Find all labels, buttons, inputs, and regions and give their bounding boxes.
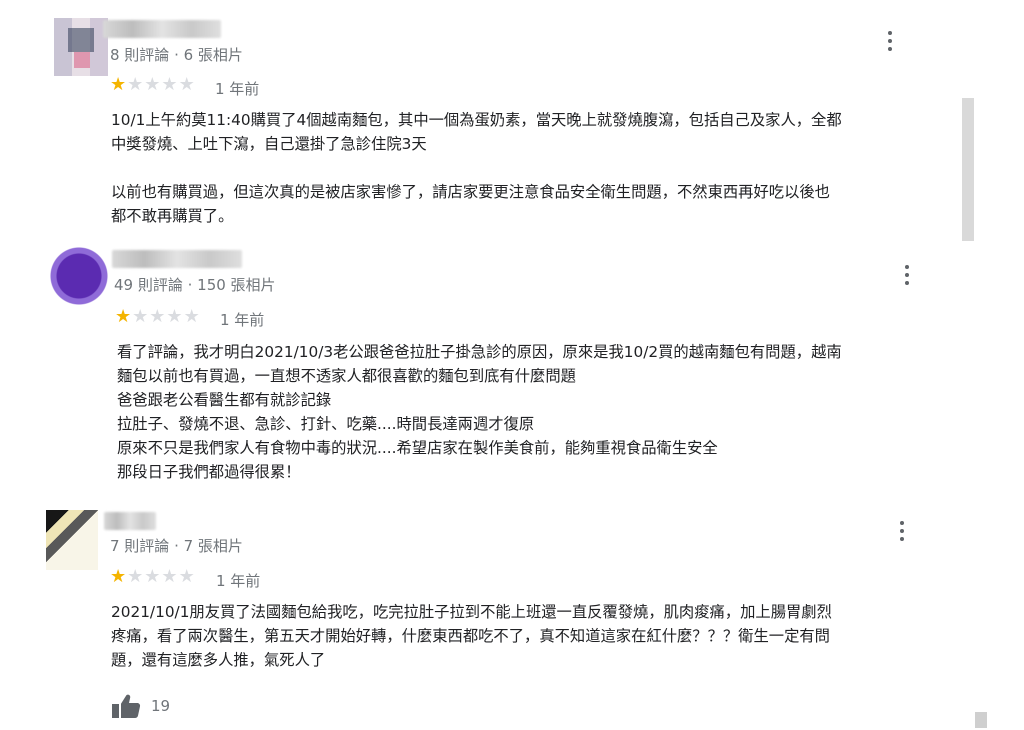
star-icon: ★ [115, 306, 132, 327]
scrollbar-arrow[interactable] [975, 712, 987, 728]
review-text-line: 那段日子我們都過得很累！ [117, 463, 301, 481]
star-icon: ★ [144, 74, 161, 95]
more-vert-icon[interactable] [893, 518, 911, 544]
review-text-line: 疼痛，看了兩次醫生，第五天才開始好轉，什麼東西都吃不了，真不知道這家在紅什麼？？… [111, 627, 830, 645]
star-icon: ★ [110, 566, 127, 587]
review-text-line: 都不敢再購買了。 [111, 207, 234, 225]
review-text: 2021/10/1朋友買了法國麵包給我吃，吃完拉肚子拉到不能上班還一直反覆發燒，… [111, 600, 832, 672]
star-icon: ★ [178, 74, 195, 95]
review-text-line: 爸爸跟老公看醫生都有就診記錄 [117, 391, 332, 409]
reviewer-avatar[interactable] [48, 244, 110, 308]
like-button[interactable]: 19 [110, 692, 170, 720]
reviewer-name-redacted[interactable] [103, 20, 221, 38]
reviewer-name-redacted[interactable] [104, 512, 156, 530]
review-text-line: 看了評論，我才明白2021/10/3老公跟爸爸拉肚子掛急診的原因，原來是我10/… [117, 343, 842, 361]
reviewer-name-redacted[interactable] [112, 250, 242, 268]
star-icon: ★ [149, 306, 166, 327]
like-count: 19 [151, 697, 171, 715]
star-icon: ★ [166, 306, 183, 327]
star-icon: ★ [178, 566, 195, 587]
star-icon: ★ [144, 566, 161, 587]
review-text-line: 麵包以前也有買過，一直想不透家人都很喜歡的麵包到底有什麼問題 [117, 367, 576, 385]
review-text-line: 題，還有這麼多人推，氣死人了 [111, 651, 326, 669]
star-icon: ★ [161, 566, 178, 587]
review-text: 10/1上午約莫11:40購買了4個越南麵包，其中一個為蛋奶素，當天晚上就發燒腹… [111, 108, 842, 228]
scrollbar-thumb[interactable] [962, 98, 974, 241]
review-text-line: 10/1上午約莫11:40購買了4個越南麵包，其中一個為蛋奶素，當天晚上就發燒腹… [111, 111, 842, 129]
star-icon: ★ [132, 306, 149, 327]
rating-stars: ★ ★ ★ ★ ★ [115, 308, 200, 326]
reviewer-avatar[interactable] [54, 18, 108, 76]
review-time: 1 年前 [216, 572, 261, 590]
review-text: 看了評論，我才明白2021/10/3老公跟爸爸拉肚子掛急診的原因，原來是我10/… [117, 340, 842, 484]
review-text-line: 拉肚子、發燒不退、急診、打針、吃藥....時間長達兩週才復原 [117, 415, 535, 433]
thumb-up-icon [112, 694, 141, 718]
review-text-line: 以前也有購買過，但這次真的是被店家害慘了，請店家要更注意食品安全衛生問題，不然東… [111, 183, 830, 201]
review-text-line [111, 156, 842, 180]
star-icon: ★ [127, 566, 144, 587]
star-icon: ★ [161, 74, 178, 95]
reviewer-meta: 49 則評論 · 150 張相片 [114, 276, 276, 294]
review-text-line: 原來不只是我們家人有食物中毒的狀況....希望店家在製作美食前，能夠重視食品衛生… [117, 439, 718, 457]
review-time: 1 年前 [215, 80, 260, 98]
more-vert-icon[interactable] [881, 28, 899, 54]
review-text-line: 中獎發燒、上吐下瀉，自己還掛了急診住院3天 [111, 135, 427, 153]
rating-stars: ★ ★ ★ ★ ★ [110, 568, 195, 586]
star-icon: ★ [127, 74, 144, 95]
reviewer-meta: 7 則評論 · 7 張相片 [110, 537, 243, 555]
reviewer-meta: 8 則評論 · 6 張相片 [110, 46, 243, 64]
review-time: 1 年前 [220, 311, 265, 329]
star-icon: ★ [110, 74, 127, 95]
more-vert-icon[interactable] [898, 262, 916, 288]
rating-stars: ★ ★ ★ ★ ★ [110, 76, 195, 94]
reviewer-avatar[interactable] [46, 510, 98, 570]
review-text-line: 2021/10/1朋友買了法國麵包給我吃，吃完拉肚子拉到不能上班還一直反覆發燒，… [111, 603, 832, 621]
star-icon: ★ [183, 306, 200, 327]
